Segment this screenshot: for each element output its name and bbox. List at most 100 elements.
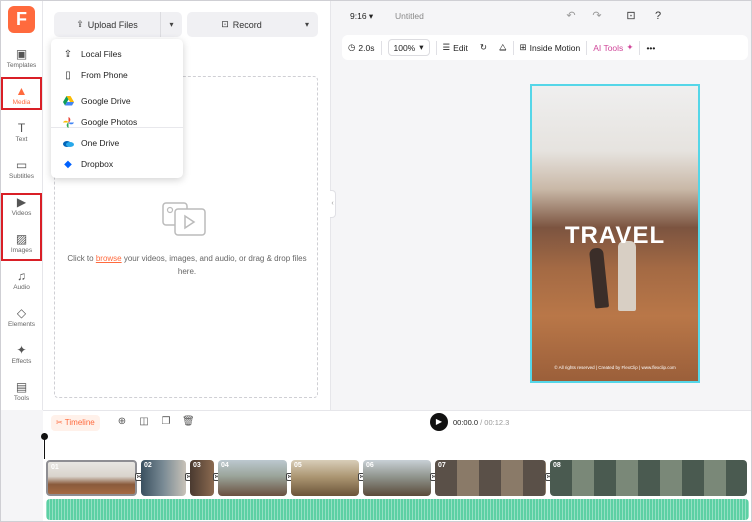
upload-icon: ⇪ — [63, 48, 73, 60]
timeline-clip[interactable]: 03 — [190, 460, 214, 496]
upload-source-menu: ⇪ Local Files ▯ From Phone Google Drive … — [51, 39, 183, 178]
menu-item-label: Google Drive — [81, 96, 131, 106]
menu-item-label: From Phone — [81, 70, 128, 80]
timeline-clip[interactable]: 07 — [435, 460, 546, 496]
menu-item-one-drive[interactable]: One Drive — [51, 133, 183, 153]
redo-icon[interactable]: ↷ — [590, 9, 604, 23]
preview-caption[interactable]: © All rights reserved | Created by FlexC… — [532, 365, 698, 370]
elements-icon: ◇ — [16, 306, 27, 320]
flip-icon: ⧋ — [498, 42, 507, 52]
nav-item-label: Elements — [7, 321, 36, 328]
top-bar: 9:16 ▾ Untitled ↶ ↷ ⊡ ? — [331, 0, 752, 35]
nav-item-tools[interactable]: ▤ Tools — [0, 377, 43, 413]
undo-icon[interactable]: ↶ — [564, 9, 578, 23]
help-icon[interactable]: ? — [651, 9, 665, 23]
upload-icon: ⇪ — [76, 19, 84, 29]
subtitles-icon: ▭ — [15, 158, 28, 172]
rotate-icon: ↻ — [479, 42, 487, 52]
menu-item-google-drive[interactable]: Google Drive — [51, 91, 183, 111]
upload-files-label: Upload Files — [87, 19, 138, 30]
clip-number: 07 — [438, 462, 446, 469]
timeline-clip[interactable]: 08 — [550, 460, 747, 496]
clip-toolbar: ◷ 2.0s 100% ▾ ☰ Edit ↻ ⧋ ⊞ Inside Motion AI … — [342, 35, 748, 60]
preview-headline-text[interactable]: TRAVEL — [532, 222, 698, 250]
edit-button[interactable]: ☰ Edit — [437, 35, 474, 60]
timeline-clip[interactable]: 06 — [363, 460, 431, 496]
record-main: ⊡ Record — [187, 19, 296, 30]
nav-item-subtitles[interactable]: ▭ Subtitles — [0, 155, 43, 191]
nav-item-label: Tools — [13, 395, 30, 402]
ai-tools-button[interactable]: AI Tools ✦ — [587, 35, 639, 60]
nav-item-text[interactable]: T Text — [0, 118, 43, 154]
videos-images-highlight-box — [1, 193, 42, 261]
timeline-clip[interactable]: 01 — [46, 460, 137, 496]
project-title[interactable]: Untitled — [395, 11, 424, 21]
current-time: 00:00.0 — [453, 418, 479, 427]
dropzone-instructions: Click to browse your videos, images, and… — [67, 252, 307, 278]
nav-item-label: Subtitles — [9, 173, 34, 180]
nav-item-templates[interactable]: ▣ Templates — [0, 44, 43, 80]
split-icon[interactable]: ◫ — [138, 416, 150, 428]
nav-item-elements[interactable]: ◇ Elements — [0, 303, 43, 339]
total-time: / 00:12.3 — [480, 418, 510, 427]
audio-track-waveform[interactable] — [46, 499, 749, 520]
add-icon[interactable]: ⊕ — [116, 416, 128, 428]
timeline-clip[interactable]: 04 — [218, 460, 287, 496]
aspect-ratio-selector[interactable]: 9:16 ▾ — [350, 11, 373, 22]
playhead[interactable] — [41, 433, 48, 459]
timecode: 00:00.0 / 00:12.3 — [453, 418, 509, 427]
dropzone-text-prefix: Click to — [67, 254, 96, 263]
media-upload-icon — [162, 202, 206, 236]
more-icon: ••• — [646, 42, 656, 53]
more-button[interactable]: ••• — [640, 35, 661, 60]
nav-item-audio[interactable]: ♫ Audio — [0, 266, 43, 302]
record-button[interactable]: ⊡ Record ▾ — [187, 12, 318, 37]
text-icon: T — [17, 121, 26, 135]
flip-button[interactable]: ⧋ — [493, 35, 513, 60]
inside-motion-button[interactable]: ⊞ Inside Motion — [514, 35, 587, 60]
tools-icon: ▤ — [15, 380, 28, 394]
dropbox-icon: ◆ — [64, 158, 72, 170]
menu-item-local-files[interactable]: ⇪ Local Files — [51, 44, 183, 64]
video-preview-canvas[interactable]: TRAVEL © All rights reserved | Created b… — [530, 84, 700, 383]
menu-item-label: Google Photos — [81, 117, 138, 127]
chevron-down-icon[interactable]: ▾ — [160, 12, 182, 37]
menu-item-from-phone[interactable]: ▯ From Phone — [51, 65, 183, 85]
menu-item-google-photos[interactable]: Google Photos — [51, 112, 183, 132]
zoom-select[interactable]: 100% ▾ — [387, 39, 430, 56]
motion-icon: ⊞ — [519, 42, 527, 52]
record-icon: ⊡ — [221, 19, 229, 29]
audio-icon: ♫ — [17, 269, 26, 283]
delete-icon[interactable]: 🗑 — [182, 416, 195, 428]
duration-button[interactable]: ◷ 2.0s — [342, 35, 381, 60]
collapse-panel-handle[interactable]: ‹ — [330, 190, 336, 218]
media-highlight-box — [1, 77, 42, 110]
timeline-label: Timeline — [64, 418, 95, 427]
menu-item-dropbox[interactable]: ◆ Dropbox — [51, 154, 183, 174]
timeline-icon: ✂ — [56, 418, 65, 427]
sparkle-icon: ✦ — [626, 42, 634, 52]
browse-link[interactable]: browse — [96, 254, 122, 263]
edit-label: Edit — [453, 42, 468, 53]
nav-item-label: Audio — [13, 284, 30, 291]
chevron-down-icon: ▾ — [419, 42, 424, 52]
preview-play-icon[interactable]: ⊡ — [624, 9, 638, 23]
app-logo[interactable]: F — [8, 6, 35, 33]
timeline-panel: ✂ Timeline ⊕ ◫ ❐ 🗑 ▶ 00:00.0 / 00:12.3 0… — [41, 410, 752, 522]
chevron-down-icon[interactable]: ▾ — [296, 12, 318, 37]
record-label: Record — [232, 19, 262, 30]
play-button[interactable]: ▶ — [430, 413, 448, 431]
rotate-button[interactable]: ↻ — [474, 35, 493, 60]
menu-item-label: Dropbox — [81, 159, 114, 169]
timeline-clip[interactable]: 05 — [291, 460, 359, 496]
timeline-clip[interactable]: 02 — [141, 460, 186, 496]
zoom-value: 100% — [393, 42, 416, 53]
inside-motion-label: Inside Motion — [529, 42, 581, 53]
nav-item-effects[interactable]: ✦ Effects — [0, 340, 43, 376]
nav-item-label: Text — [15, 136, 28, 143]
timeline-tab[interactable]: ✂ Timeline — [51, 415, 100, 431]
upload-files-button[interactable]: ⇪ Upload Files ▾ — [54, 12, 182, 37]
nav-item-label: Templates — [6, 62, 37, 69]
clip-number: 05 — [294, 462, 302, 469]
duplicate-icon[interactable]: ❐ — [160, 416, 172, 428]
